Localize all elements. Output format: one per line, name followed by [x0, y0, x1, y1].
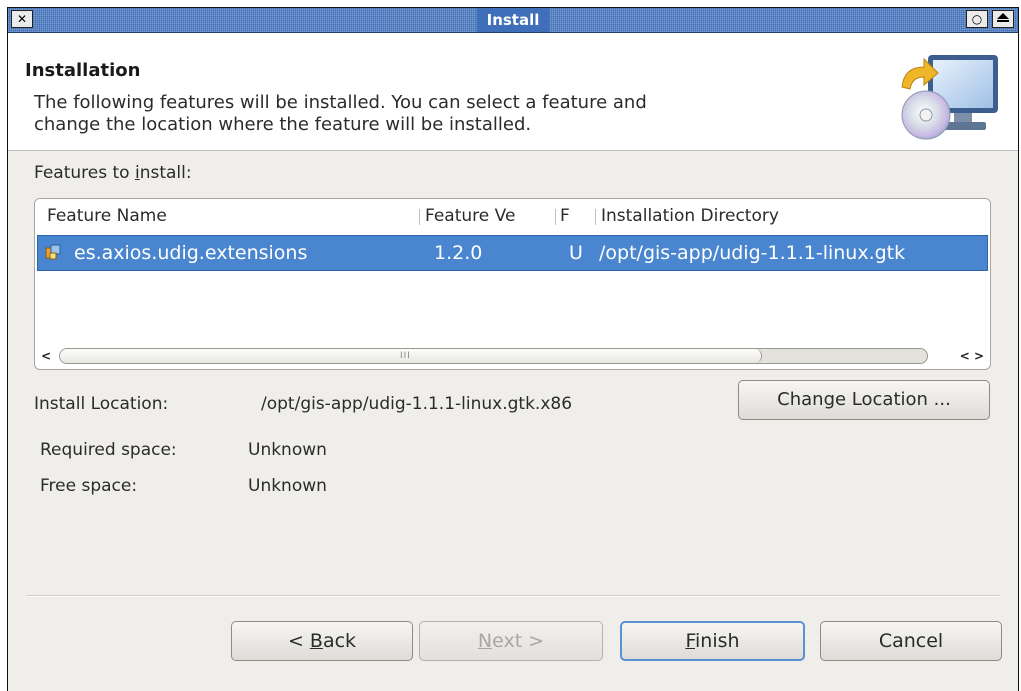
- cell-flag: U: [569, 242, 583, 264]
- scroll-arrows-right[interactable]: < >: [960, 347, 984, 365]
- window-title: Install: [476, 8, 550, 32]
- column-divider[interactable]: [555, 209, 556, 225]
- cell-feature-name: es.axios.udig.extensions: [74, 242, 308, 264]
- cancel-button[interactable]: Cancel: [820, 621, 1002, 661]
- free-space-value: Unknown: [248, 476, 327, 496]
- close-icon: ✕: [16, 12, 28, 26]
- back-label-suffix: ack: [322, 630, 357, 652]
- scrollbar-grip: III: [400, 351, 411, 361]
- scroll-right-arrow-icon[interactable]: >: [974, 349, 984, 363]
- button-bar-separator: [26, 595, 1000, 597]
- back-button[interactable]: < Back: [231, 621, 413, 661]
- install-cd-monitor-icon: [901, 55, 998, 140]
- options-button[interactable]: ○: [966, 10, 988, 28]
- eject-icon: [993, 13, 1013, 22]
- back-mnemonic: B: [309, 630, 323, 652]
- column-divider[interactable]: [595, 209, 596, 225]
- finish-label-suffix: inish: [695, 630, 740, 652]
- column-feature-name[interactable]: Feature Name: [47, 199, 417, 233]
- title-bar[interactable]: ✕ Install ○: [8, 8, 1018, 33]
- next-label-suffix: ext >: [492, 630, 545, 652]
- required-space-value: Unknown: [248, 440, 327, 460]
- column-installation-directory[interactable]: Installation Directory: [601, 199, 981, 233]
- scroll-left-arrow-icon[interactable]: <: [37, 347, 55, 365]
- features-table[interactable]: Feature Name Feature Ve F Installation D…: [34, 198, 991, 370]
- cell-installation-directory: /opt/gis-app/udig-1.1.1-linux.gtk: [599, 242, 906, 264]
- scroll-left-small-arrow-icon[interactable]: <: [960, 349, 970, 363]
- wizard-banner: Installation The following features will…: [8, 33, 1018, 151]
- close-button[interactable]: ✕: [11, 10, 33, 28]
- circle-icon: ○: [971, 12, 983, 26]
- cell-feature-version: 1.2.0: [434, 242, 483, 264]
- scrollbar-thumb[interactable]: III: [60, 349, 762, 363]
- features-label-prefix: Features to: [34, 163, 135, 183]
- column-divider[interactable]: [419, 209, 420, 225]
- page-description: The following features will be installed…: [34, 92, 874, 136]
- table-header: Feature Name Feature Ve F Installation D…: [35, 199, 990, 233]
- free-space-label: Free space:: [40, 476, 138, 496]
- features-label-suffix: nstall:: [139, 163, 192, 183]
- next-mnemonic: N: [477, 630, 493, 652]
- next-button[interactable]: Next >: [419, 621, 603, 661]
- required-space-label: Required space:: [40, 440, 177, 460]
- page-title: Installation: [25, 60, 141, 81]
- page-description-line-1: The following features will be installed…: [34, 92, 647, 113]
- table-row[interactable]: es.axios.udig.extensions 1.2.0 U /opt/gi…: [37, 235, 988, 271]
- install-dialog: ✕ Install ○ Installation The following f…: [7, 7, 1019, 691]
- scrollbar-track[interactable]: III: [59, 348, 928, 364]
- finish-button[interactable]: Finish: [620, 621, 805, 661]
- feature-plugin-icon: [45, 244, 61, 260]
- install-location-label: Install Location:: [34, 394, 169, 414]
- back-label-prefix: <: [287, 630, 310, 652]
- change-location-button[interactable]: Change Location ...: [738, 380, 990, 420]
- features-to-install-label: Features to install:: [34, 163, 192, 183]
- install-location-value: /opt/gis-app/udig-1.1.1-linux.gtk.x86: [261, 394, 573, 414]
- column-flag[interactable]: F: [560, 199, 582, 233]
- column-feature-version[interactable]: Feature Ve: [425, 199, 551, 233]
- horizontal-scrollbar[interactable]: < III < >: [37, 347, 988, 365]
- page-description-line-2: change the location where the feature wi…: [34, 114, 532, 135]
- finish-mnemonic: F: [685, 630, 695, 652]
- shade-button[interactable]: [992, 10, 1014, 28]
